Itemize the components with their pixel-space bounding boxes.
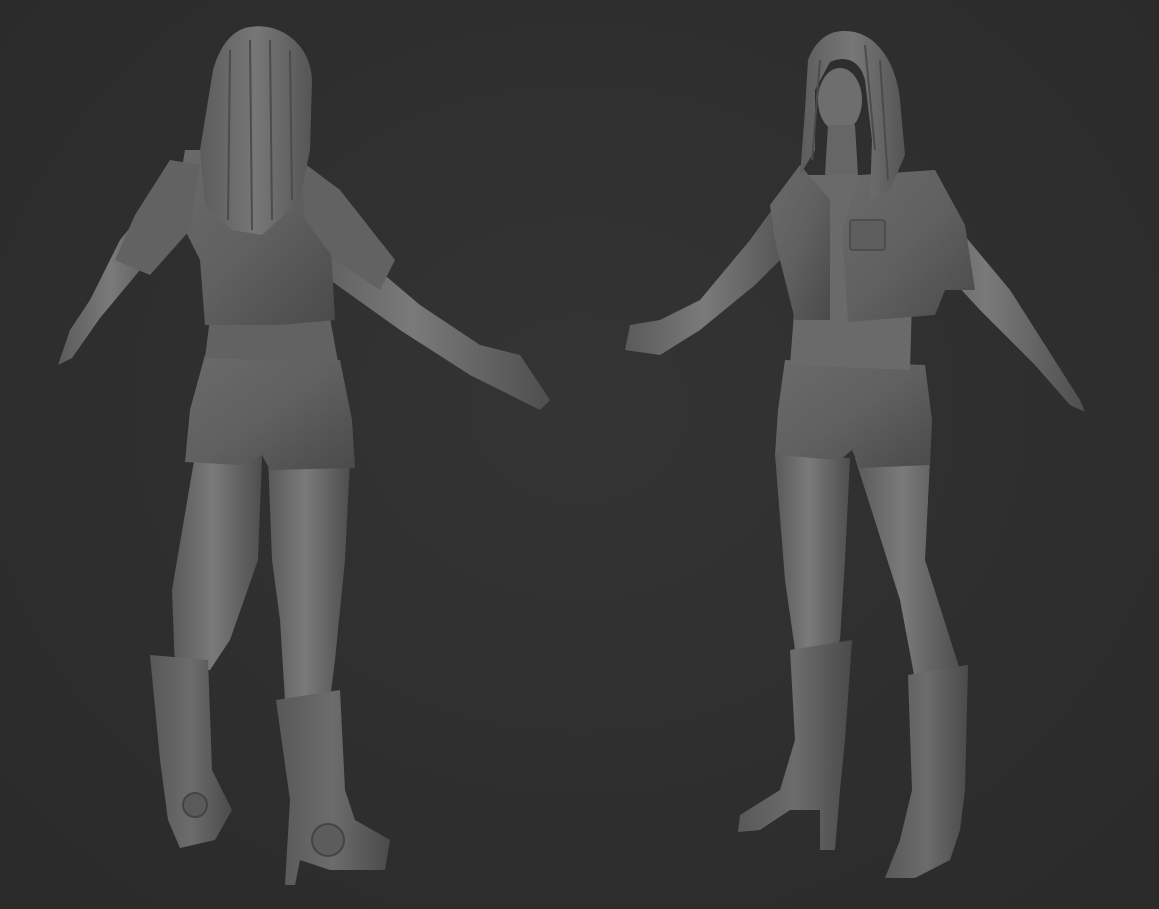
sculpt-viewport xyxy=(0,0,1159,909)
front-view-figure xyxy=(625,30,1085,878)
back-left-spur xyxy=(182,792,208,818)
back-view-figure xyxy=(58,26,550,885)
front-left-leg xyxy=(855,458,960,680)
back-jacket-sleeve-left xyxy=(115,160,200,275)
back-left-leg xyxy=(172,455,262,670)
back-right-spur xyxy=(311,823,345,857)
front-face xyxy=(818,68,862,132)
back-shorts xyxy=(185,355,355,470)
front-jacket-pocket xyxy=(849,219,886,251)
front-right-leg xyxy=(775,455,850,660)
front-left-boot xyxy=(885,665,968,878)
front-right-boot xyxy=(738,640,852,850)
front-shorts xyxy=(775,360,932,468)
back-hair xyxy=(200,26,312,236)
character-renders xyxy=(58,26,1085,885)
back-right-leg xyxy=(268,455,350,700)
back-left-boot xyxy=(150,655,232,848)
front-neck xyxy=(825,125,858,175)
